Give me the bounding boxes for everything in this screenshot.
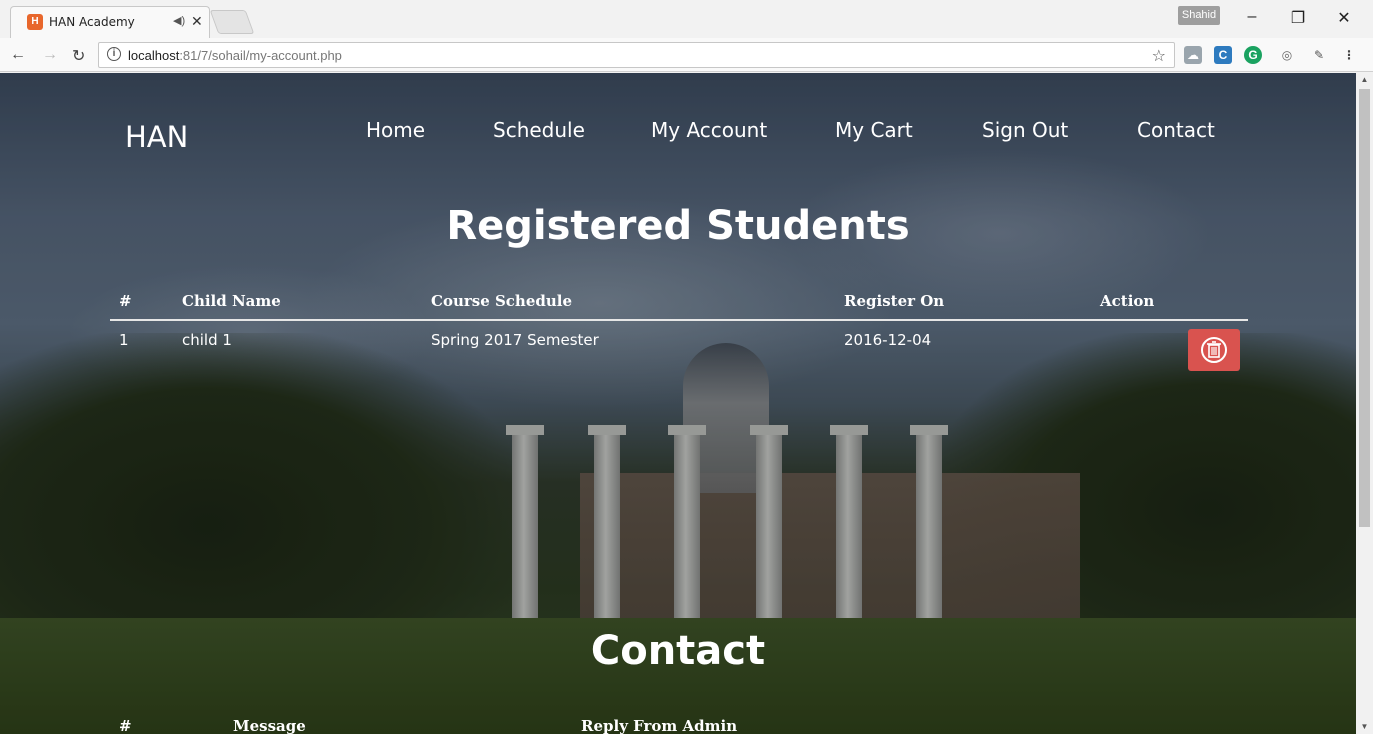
row-number: 1 — [119, 331, 129, 349]
bookmark-star-icon[interactable]: ☆ — [1152, 46, 1166, 66]
eyedropper-icon[interactable]: ✎ — [1310, 46, 1328, 64]
column-header-course-schedule: Course Schedule — [431, 292, 573, 310]
camera-icon[interactable]: ◎ — [1278, 46, 1296, 64]
column-header-child-name: Child Name — [182, 292, 281, 310]
nav-home-link[interactable]: Home — [366, 118, 425, 142]
contact-column-header-reply: Reply From Admin — [581, 717, 738, 734]
browser-tabstrip: H HAN Academy ◀) ✕ Shahid – ❐ ✕ — [0, 0, 1373, 38]
row-child-name: child 1 — [182, 331, 232, 349]
menu-dots-icon[interactable]: ⋮ — [1340, 46, 1358, 64]
back-arrow-icon[interactable]: ← — [10, 46, 26, 64]
row-register-on: 2016-12-04 — [844, 331, 932, 349]
tab-close-icon[interactable]: ✕ — [191, 13, 203, 30]
trash-icon — [1201, 337, 1227, 363]
page-scrollbar[interactable]: ▲ ▼ — [1356, 73, 1373, 734]
nav-my-cart-link[interactable]: My Cart — [835, 118, 913, 142]
site-brand-logo[interactable]: HAN — [125, 120, 188, 154]
column-header-number: # — [119, 292, 132, 310]
forward-arrow-icon[interactable]: → — [42, 46, 58, 64]
row-course-schedule: Spring 2017 Semester — [431, 331, 599, 349]
close-window-icon[interactable]: ✕ — [1330, 8, 1358, 28]
speaker-icon[interactable]: ◀) — [173, 14, 185, 27]
url-text: localhost:81/7/sohail/my-account.php — [128, 48, 342, 63]
grammarly-icon[interactable]: G — [1244, 46, 1262, 64]
table-header-divider — [110, 319, 1248, 321]
delete-registration-button[interactable] — [1188, 329, 1240, 371]
nav-contact-link[interactable]: Contact — [1137, 118, 1215, 142]
address-bar[interactable]: i localhost:81/7/sohail/my-account.php ☆ — [98, 42, 1175, 68]
minimize-icon[interactable]: – — [1238, 8, 1266, 26]
nav-my-account-link[interactable]: My Account — [651, 118, 767, 142]
site-favicon-icon: H — [27, 14, 43, 30]
nav-schedule-link[interactable]: Schedule — [493, 118, 585, 142]
column-header-register-on: Register On — [844, 292, 945, 310]
browser-toolbar: ← → ↻ i localhost:81/7/sohail/my-account… — [0, 38, 1373, 72]
page-viewport: HAN Home Schedule My Account My Cart Sig… — [0, 73, 1356, 734]
scroll-thumb[interactable] — [1359, 89, 1370, 527]
cloud-extension-icon[interactable]: ☁ — [1184, 46, 1202, 64]
column-header-action: Action — [1100, 292, 1155, 310]
reload-icon[interactable]: ↻ — [72, 46, 85, 66]
info-icon[interactable]: i — [107, 47, 121, 61]
grid-extension-icon[interactable]: C — [1214, 46, 1232, 64]
contact-column-header-message: Message — [233, 717, 306, 734]
contact-title: Contact — [590, 628, 766, 674]
registered-students-title: Registered Students — [446, 203, 910, 249]
contact-column-header-number: # — [119, 717, 132, 734]
tab-title: HAN Academy — [49, 15, 135, 29]
scroll-down-arrow-icon[interactable]: ▼ — [1356, 720, 1373, 734]
new-tab-button[interactable] — [209, 10, 255, 34]
restore-icon[interactable]: ❐ — [1284, 8, 1312, 28]
browser-tab[interactable]: H HAN Academy ◀) ✕ — [10, 6, 210, 38]
nav-sign-out-link[interactable]: Sign Out — [982, 118, 1068, 142]
scroll-up-arrow-icon[interactable]: ▲ — [1356, 73, 1373, 87]
profile-button[interactable]: Shahid — [1178, 6, 1220, 25]
